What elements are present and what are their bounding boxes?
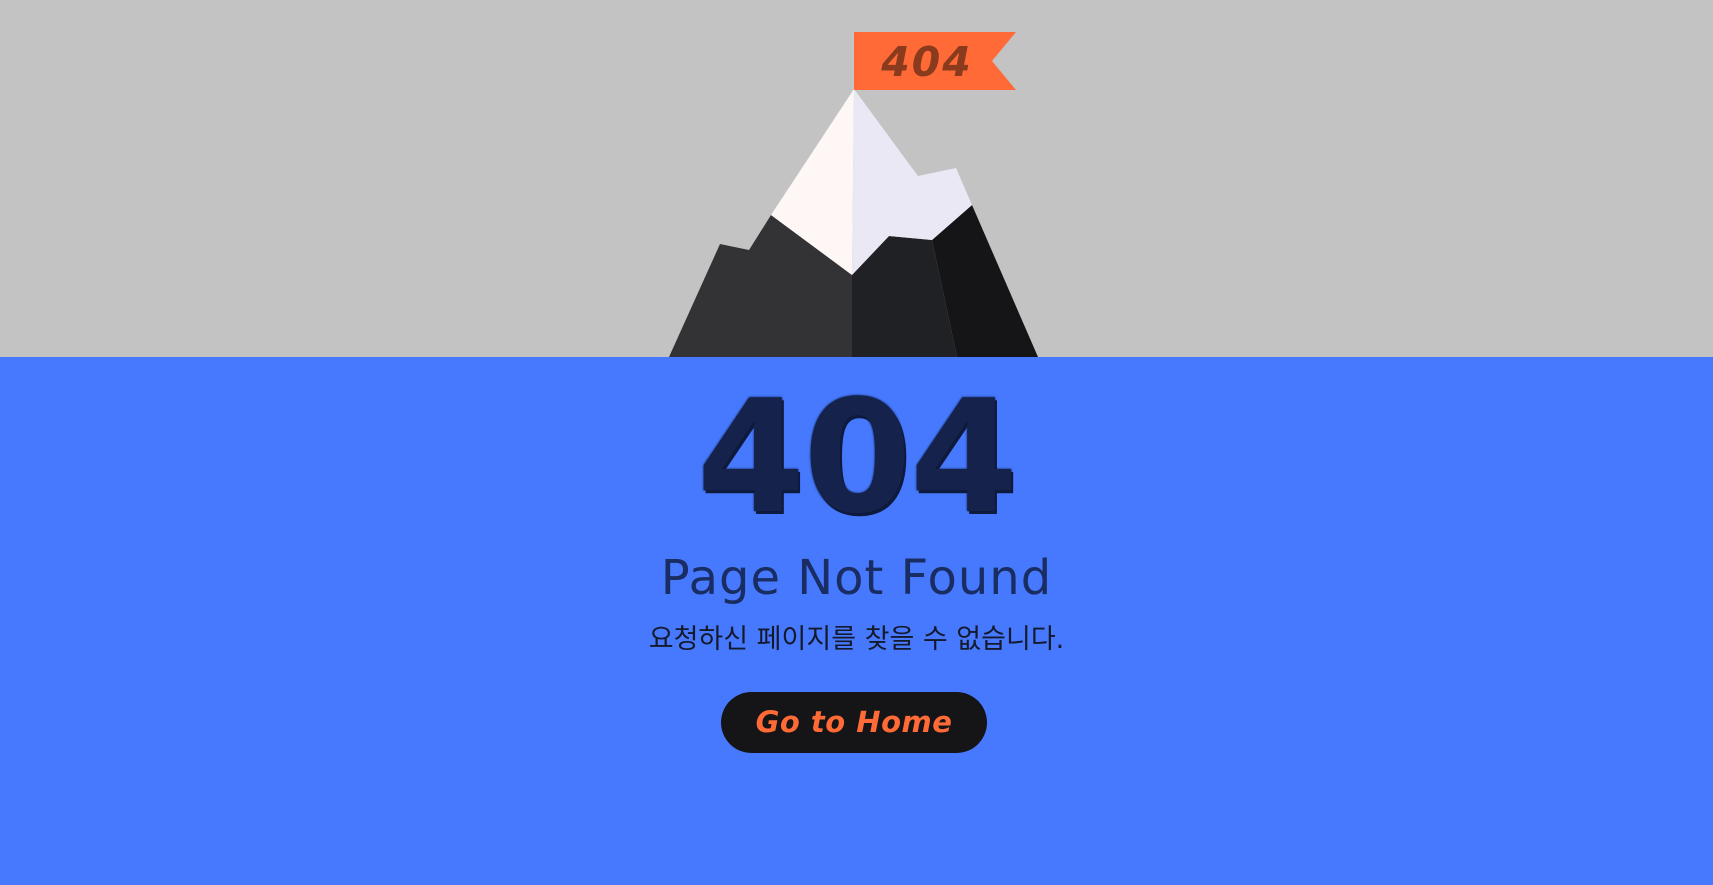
mountain-icon — [669, 89, 1038, 357]
go-to-home-button[interactable]: Go to Home — [721, 692, 987, 753]
flag-code-label: 404 — [880, 38, 973, 86]
flag-icon: 404 — [854, 32, 1016, 90]
page-title: Page Not Found — [660, 550, 1053, 606]
mountain-illustration: 404 — [669, 32, 1038, 357]
error-code: 404 — [696, 366, 1019, 548]
error-message: 요청하신 페이지를 찾을 수 없습니다. — [648, 624, 1065, 655]
